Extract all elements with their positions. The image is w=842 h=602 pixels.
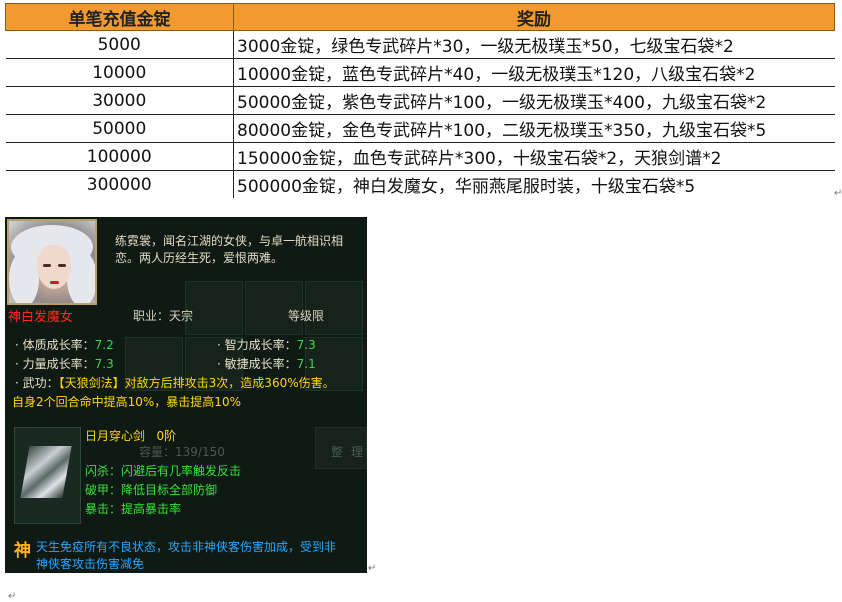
divine-ability-line2: 神侠客攻击伤害减免 bbox=[36, 557, 145, 571]
stat-label: 敏捷成长率： bbox=[224, 357, 297, 371]
paragraph-mark: ↵ bbox=[834, 188, 842, 199]
table-row: 100000 150000金锭，血色专武碎片*300，十级宝石袋*2，天狼剑谱*… bbox=[5, 142, 835, 171]
martial-art-line: · 武功：【天狼剑法】对敌方后排攻击3次，造成360%伤害。 bbox=[15, 376, 335, 390]
weapon-name: 日月穿心剑 bbox=[85, 429, 146, 443]
stat-intelligence: · 智力成长率：7.3 bbox=[217, 338, 316, 352]
reward-cell: 500000金锭，神白发魔女，华丽燕尾服时装，十级宝石袋*5 bbox=[237, 177, 696, 197]
bg-tab-label: 整 bbox=[331, 445, 344, 459]
divine-ability-line1: 天生免疫所有不良状态，攻击非神侠客伤害加成，受到非 bbox=[36, 540, 337, 554]
hero-level-limit: 等级限 bbox=[288, 309, 325, 323]
capacity-label: 容量：139/150 bbox=[139, 445, 225, 459]
reward-cell: 80000金锭，金色专武碎片*100，二级无极璞玉*350，九级宝石袋*5 bbox=[233, 114, 835, 143]
weapon-effect: 破甲：降低目标全部防御 bbox=[85, 483, 218, 497]
reward-table: 单笔充值金锭 奖励 5000 3000金锭，绿色专武碎片*30，一级无极璞玉*5… bbox=[5, 3, 835, 198]
recharge-amount-cell: 30000 bbox=[5, 86, 234, 115]
table-row: 5000 3000金锭，绿色专武碎片*30，一级无极璞玉*50，七级宝石袋*2 bbox=[5, 30, 835, 59]
paragraph-mark: ↵ bbox=[8, 591, 17, 602]
weapon-effect: 暴击：提高暴击率 bbox=[85, 502, 182, 516]
bg-tab-label: 理 bbox=[351, 445, 364, 459]
stat-strength: · 力量成长率：7.3 bbox=[15, 357, 114, 371]
hero-portrait bbox=[7, 219, 97, 305]
weapon-effect: 闪杀：闪避后有几率触发反击 bbox=[85, 464, 242, 478]
hero-card-image: 练霓裳，闻名江湖的女侠，与卓一航相识相恋。两人历经生死，爱恨两难。 神白发魔女 … bbox=[5, 217, 367, 573]
stat-value: 7.1 bbox=[296, 357, 316, 371]
martial-art-effect: 对敌方后排攻击3次，造成360%伤害。 bbox=[124, 376, 335, 390]
hero-name: 神白发魔女 bbox=[8, 310, 74, 325]
weapon-icon-frame bbox=[14, 427, 81, 524]
reward-table-header-row: 单笔充值金锭 奖励 bbox=[5, 3, 835, 31]
recharge-amount-cell: 50000 bbox=[5, 114, 234, 143]
reward-cell: 10000金锭，蓝色专武碎片*40，一级无极璞玉*120，八级宝石袋*2 bbox=[233, 58, 835, 87]
divine-badge-icon: 神 bbox=[14, 541, 31, 561]
table-row: 30000 50000金锭，紫色专武碎片*100，一级无极璞玉*400，九级宝石… bbox=[5, 86, 835, 115]
weapon-level: 0阶 bbox=[156, 429, 177, 443]
recharge-amount-cell: 100000 bbox=[5, 142, 234, 171]
martial-art-name: 【天狼剑法】 bbox=[58, 376, 125, 390]
stat-constitution: · 体质成长率：7.2 bbox=[15, 338, 114, 352]
bg-tile bbox=[185, 281, 243, 335]
reward-cell: 150000金锭，血色专武碎片*300，十级宝石袋*2，天狼剑谱*2 bbox=[233, 142, 835, 171]
martial-art-label: 武功： bbox=[22, 376, 59, 390]
stat-agility: · 敏捷成长率：7.1 bbox=[217, 357, 316, 371]
recharge-amount-cell: 5000 bbox=[5, 30, 234, 59]
reward-cell: 3000金锭，绿色专武碎片*30，一级无极璞玉*50，七级宝石袋*2 bbox=[233, 30, 835, 59]
weapon-title: 日月穿心剑 0阶 bbox=[85, 427, 176, 444]
sword-icon bbox=[20, 446, 72, 498]
hero-description: 练霓裳，闻名江湖的女侠，与卓一航相识相恋。两人历经生死，爱恨两难。 bbox=[115, 234, 344, 265]
recharge-amount-cell: 300000 bbox=[5, 170, 234, 198]
stat-label: 体质成长率： bbox=[22, 338, 95, 352]
reward-cell: 50000金锭，紫色专武碎片*100，一级无极璞玉*400，九级宝石袋*2 bbox=[233, 86, 835, 115]
table-row: 50000 80000金锭，金色专武碎片*100，二级无极璞玉*350，九级宝石… bbox=[5, 114, 835, 143]
stat-label: 智力成长率： bbox=[224, 338, 297, 352]
stat-value: 7.3 bbox=[94, 357, 114, 371]
recharge-amount-cell: 10000 bbox=[5, 58, 234, 87]
paragraph-mark: ↵ bbox=[368, 563, 377, 574]
table-row: 10000 10000金锭，蓝色专武碎片*40，一级无极璞玉*120，八级宝石袋… bbox=[5, 58, 835, 87]
table-row: 300000 500000金锭，神白发魔女，华丽燕尾服时装，十级宝石袋*5 bbox=[5, 170, 835, 198]
hero-profession: 职业：天宗 bbox=[133, 309, 194, 323]
header-recharge-amount: 单笔充值金锭 bbox=[5, 3, 234, 31]
stat-value: 7.2 bbox=[94, 338, 114, 352]
stat-value: 7.3 bbox=[296, 338, 316, 352]
stat-label: 力量成长率： bbox=[22, 357, 95, 371]
martial-art-effect-2: 自身2个回合命中提高10%，暴击提高10% bbox=[12, 395, 241, 409]
header-reward: 奖励 bbox=[233, 3, 835, 31]
